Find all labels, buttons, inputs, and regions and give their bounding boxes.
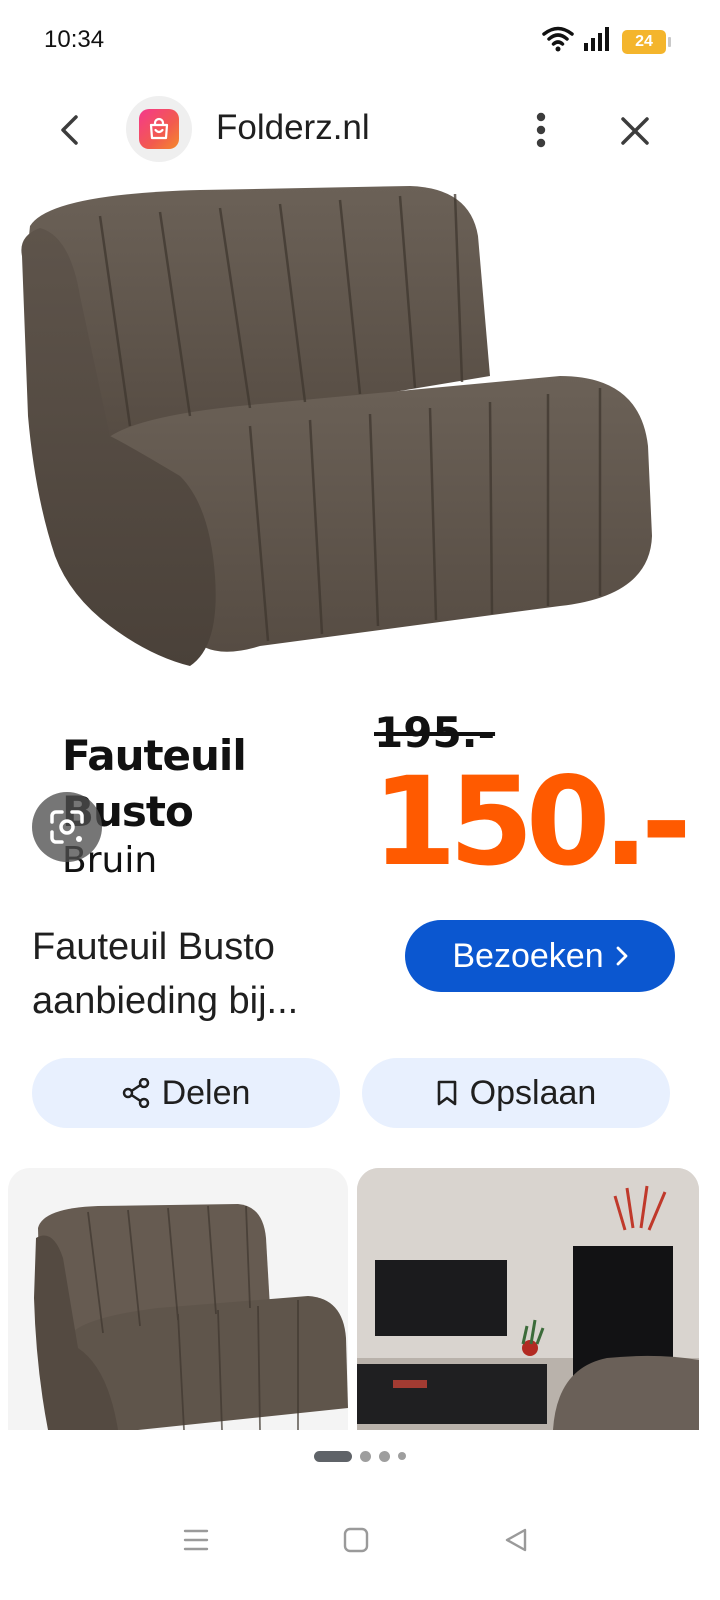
related-image-thumbnail[interactable]: [357, 1168, 699, 1430]
visit-button[interactable]: Bezoeken: [405, 920, 675, 992]
wifi-icon: [542, 26, 574, 57]
status-time: 10:34: [44, 26, 105, 53]
site-logo: [126, 96, 192, 162]
visit-label: Bezoeken: [452, 936, 604, 975]
folderz-logo-icon: [139, 109, 179, 149]
back-triangle-icon: [505, 1528, 527, 1552]
more-vert-icon: [536, 112, 546, 148]
system-back-button[interactable]: [486, 1510, 546, 1570]
save-button[interactable]: Opslaan: [362, 1058, 670, 1128]
more-options-button[interactable]: [518, 106, 564, 154]
back-button[interactable]: [48, 108, 92, 152]
home-square-icon: [343, 1527, 369, 1553]
image-pager: [0, 1446, 720, 1466]
save-label: Opslaan: [469, 1073, 597, 1112]
image-product-title: Fauteuil Busto: [62, 731, 247, 836]
pager-dot[interactable]: [398, 1452, 406, 1460]
pager-dot-active[interactable]: [314, 1450, 352, 1462]
site-name: Folderz.nl: [216, 108, 370, 147]
status-icons: 24: [542, 26, 671, 57]
living-room-thumbnail-image: [357, 1168, 699, 1430]
product-image[interactable]: Fauteuil Busto Bruin 195.- 150.-: [0, 176, 720, 896]
armchair-thumbnail-image: [34, 1204, 348, 1430]
result-title[interactable]: Fauteuil Busto aanbieding bij...: [32, 920, 372, 1028]
new-price: 150.-: [372, 751, 692, 893]
battery-icon: 24: [622, 29, 671, 54]
old-price: 195.-: [374, 708, 496, 757]
battery-level: 24: [635, 32, 653, 50]
header: Folderz.nl: [0, 92, 720, 168]
share-label: Delen: [161, 1073, 251, 1112]
menu-icon: [183, 1529, 209, 1551]
pager-dot[interactable]: [360, 1450, 371, 1462]
bookmark-icon: [437, 1080, 456, 1106]
related-image-thumbnail[interactable]: [8, 1168, 348, 1430]
lens-icon: [50, 810, 84, 844]
armchair-illustration: [21, 186, 652, 666]
home-button[interactable]: [326, 1510, 386, 1570]
lens-search-button[interactable]: [32, 792, 102, 862]
close-button[interactable]: [610, 106, 660, 156]
recent-apps-button[interactable]: [166, 1510, 226, 1570]
back-arrow-icon: [61, 115, 78, 145]
chevron-right-icon: [616, 946, 628, 966]
close-icon: [621, 117, 649, 145]
status-bar: 10:34 24: [0, 0, 720, 80]
share-icon: [122, 1078, 149, 1108]
signal-icon: [584, 27, 612, 56]
system-nav-bar: [0, 1490, 720, 1600]
pager-dot[interactable]: [379, 1450, 390, 1462]
share-button[interactable]: Delen: [32, 1058, 340, 1128]
